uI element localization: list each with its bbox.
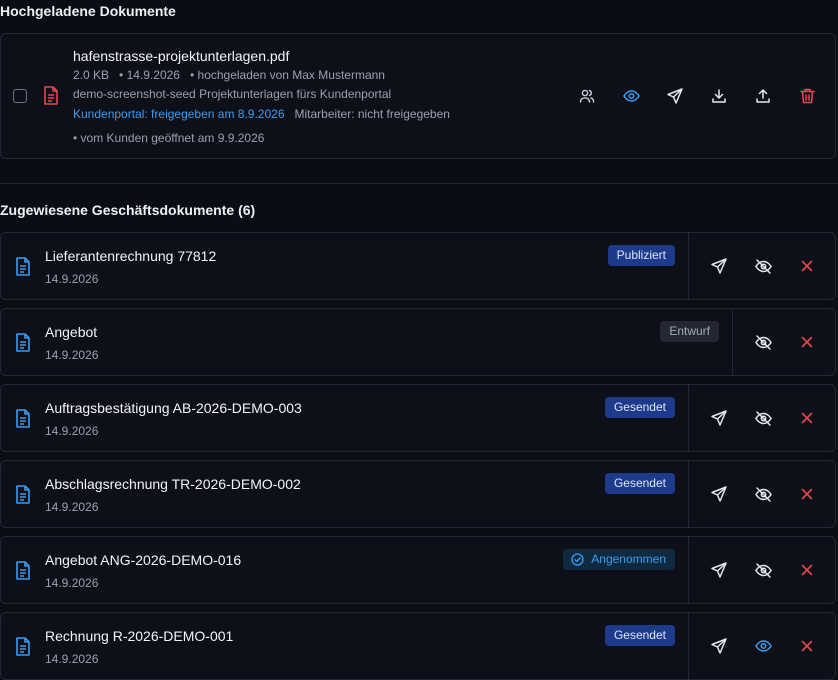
- file-opened-info: • vom Kunden geöffnet am 9.9.2026: [73, 131, 265, 145]
- doc-title[interactable]: Abschlagsrechnung TR-2026-DEMO-002: [45, 476, 301, 492]
- check-circle-icon: [571, 553, 584, 566]
- upload-icon[interactable]: [753, 86, 773, 106]
- document-icon: [15, 485, 31, 504]
- eye-off-icon[interactable]: [753, 256, 773, 276]
- users-icon[interactable]: [577, 86, 597, 106]
- eye-off-icon[interactable]: [753, 484, 773, 504]
- document-icon: [15, 637, 31, 656]
- doc-date: 14.9.2026: [45, 424, 99, 438]
- send-icon[interactable]: [709, 560, 729, 580]
- action-separator: [732, 309, 733, 375]
- file-date: • 14.9.2026: [119, 68, 180, 82]
- uploaded-file-card: hafenstrasse-projektunterlagen.pdf 2.0 K…: [0, 33, 836, 159]
- doc-row[interactable]: Abschlagsrechnung TR-2026-DEMO-002 14.9.…: [0, 460, 836, 528]
- status-badge: Gesendet: [604, 473, 675, 494]
- employee-status: Mitarbeiter: nicht freigegeben: [294, 107, 450, 121]
- close-icon[interactable]: [797, 408, 817, 428]
- send-icon[interactable]: [709, 256, 729, 276]
- action-separator: [688, 385, 689, 451]
- document-icon: [15, 409, 31, 428]
- doc-date: 14.9.2026: [45, 652, 99, 666]
- download-icon[interactable]: [709, 86, 729, 106]
- file-status-line: Kundenportal: freigegeben am 8.9.2026 Mi…: [73, 107, 450, 121]
- doc-title[interactable]: Rechnung R-2026-DEMO-001: [45, 628, 233, 644]
- doc-row[interactable]: Angebot ANG-2026-DEMO-016 14.9.2026 Ange…: [0, 536, 836, 604]
- eye-off-icon[interactable]: [753, 408, 773, 428]
- close-icon[interactable]: [797, 332, 817, 352]
- file-select-checkbox[interactable]: [13, 89, 27, 103]
- action-separator: [688, 461, 689, 527]
- doc-title[interactable]: Angebot: [45, 324, 97, 340]
- file-meta: 2.0 KB • 14.9.2026 • hochgeladen von Max…: [73, 68, 385, 82]
- doc-title[interactable]: Lieferantenrechnung 77812: [45, 248, 216, 264]
- action-separator: [688, 613, 689, 679]
- send-icon[interactable]: [665, 86, 685, 106]
- close-icon[interactable]: [797, 560, 817, 580]
- status-badge-label: Angenommen: [591, 552, 666, 566]
- send-icon[interactable]: [709, 484, 729, 504]
- doc-date: 14.9.2026: [45, 272, 99, 286]
- status-badge: Publiziert: [607, 245, 675, 266]
- assigned-section-title: Zugewiesene Geschäftsdokumente (6): [0, 202, 256, 218]
- close-icon[interactable]: [797, 636, 817, 656]
- eye-icon[interactable]: [753, 636, 773, 656]
- close-icon[interactable]: [797, 484, 817, 504]
- action-separator: [688, 233, 689, 299]
- file-description: demo-screenshot-seed Projektunterlagen f…: [73, 87, 392, 101]
- action-separator: [688, 537, 689, 603]
- send-icon[interactable]: [709, 636, 729, 656]
- close-icon[interactable]: [797, 256, 817, 276]
- section-divider: [0, 183, 838, 184]
- doc-row[interactable]: Rechnung R-2026-DEMO-001 14.9.2026 Gesen…: [0, 612, 836, 680]
- doc-date: 14.9.2026: [45, 348, 99, 362]
- send-icon[interactable]: [709, 408, 729, 428]
- status-badge: Gesendet: [604, 625, 675, 646]
- eye-icon[interactable]: [621, 86, 641, 106]
- doc-row[interactable]: Angebot 14.9.2026 Entwurf: [0, 308, 836, 376]
- pdf-file-icon: [43, 86, 59, 105]
- file-size: 2.0 KB: [73, 68, 110, 82]
- doc-date: 14.9.2026: [45, 500, 99, 514]
- eye-off-icon[interactable]: [753, 332, 773, 352]
- trash-icon[interactable]: [797, 86, 817, 106]
- file-uploader: • hochgeladen von Max Mustermann: [189, 68, 385, 82]
- document-icon: [15, 561, 31, 580]
- doc-date: 14.9.2026: [45, 576, 99, 590]
- document-icon: [15, 257, 31, 276]
- doc-title[interactable]: Angebot ANG-2026-DEMO-016: [45, 552, 241, 568]
- doc-row[interactable]: Lieferantenrechnung 77812 14.9.2026 Publ…: [0, 232, 836, 300]
- uploaded-section-title: Hochgeladene Dokumente: [0, 3, 176, 19]
- doc-row[interactable]: Auftragsbestätigung AB-2026-DEMO-003 14.…: [0, 384, 836, 452]
- doc-title[interactable]: Auftragsbestätigung AB-2026-DEMO-003: [45, 400, 302, 416]
- document-icon: [15, 333, 31, 352]
- status-badge: Entwurf: [660, 321, 719, 342]
- file-name[interactable]: hafenstrasse-projektunterlagen.pdf: [73, 48, 289, 64]
- status-badge: Gesendet: [604, 397, 675, 418]
- status-badge: Angenommen: [563, 549, 675, 570]
- portal-status-link[interactable]: Kundenportal: freigegeben am 8.9.2026: [73, 107, 285, 121]
- eye-off-icon[interactable]: [753, 560, 773, 580]
